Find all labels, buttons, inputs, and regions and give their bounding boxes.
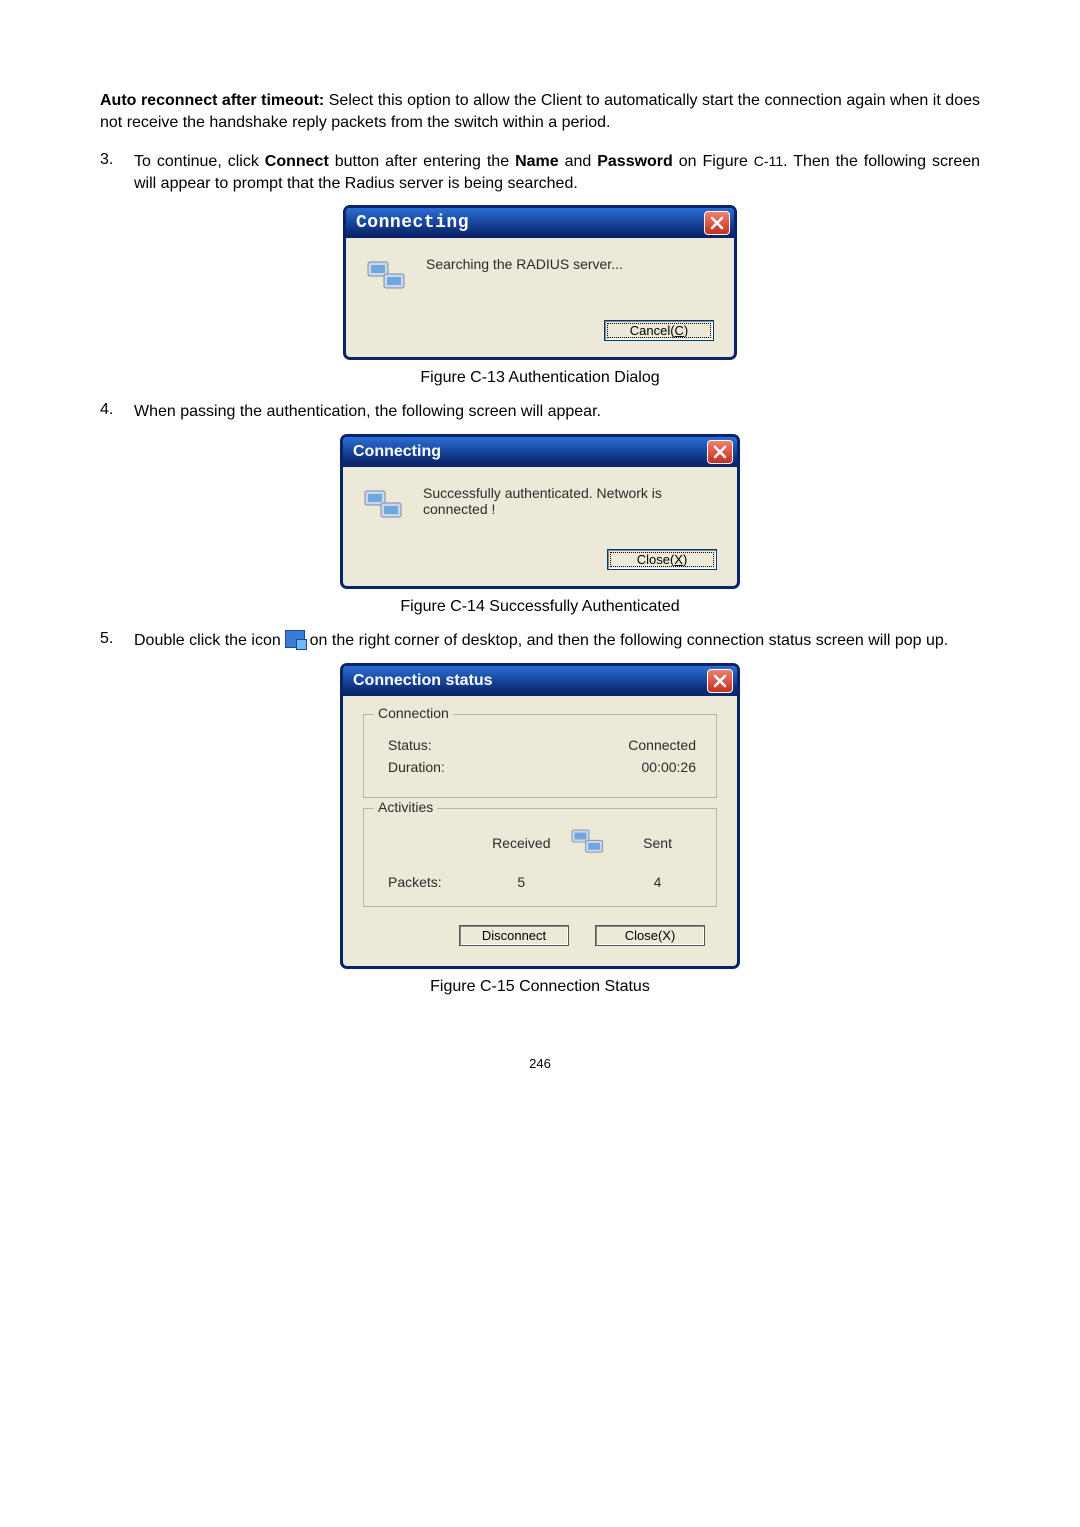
duration-label: Duration: xyxy=(378,759,445,775)
received-label: Received xyxy=(477,835,566,851)
intro-paragraph: Auto reconnect after timeout: Select thi… xyxy=(100,90,980,133)
dialog-message: Searching the RADIUS server... xyxy=(426,256,623,272)
dialog-title: Connecting xyxy=(353,443,441,461)
close-button[interactable]: Close(X) xyxy=(595,925,705,946)
step-5: 5. Double click the icon on the right co… xyxy=(100,630,980,652)
cancel-button[interactable]: Cancel(C) xyxy=(604,320,714,341)
dialog-title: Connection status xyxy=(353,672,493,690)
step-5-text: Double click the icon on the right corne… xyxy=(134,630,980,652)
figure-caption-c14: Figure C-14 Successfully Authenticated xyxy=(100,598,980,616)
network-icon xyxy=(366,256,410,296)
network-icon xyxy=(363,485,407,525)
dialog-connecting-searching: Connecting Searching the RADIUS server..… xyxy=(344,206,736,359)
dialog-message: Successfully authenticated. Network is c… xyxy=(423,485,717,517)
received-value: 5 xyxy=(477,874,566,890)
sent-value: 4 xyxy=(613,874,702,890)
disconnect-button[interactable]: Disconnect xyxy=(459,925,569,946)
packets-label: Packets: xyxy=(378,874,477,890)
step-5-number: 5. xyxy=(100,630,134,648)
step-3: 3. To continue, click Connect button aft… xyxy=(100,151,980,194)
step-4-number: 4. xyxy=(100,401,134,419)
status-value: Connected xyxy=(628,737,702,753)
step-3-text: To continue, click Connect button after … xyxy=(134,151,980,194)
tray-network-icon xyxy=(285,630,305,648)
group-activities-title: Activities xyxy=(374,799,437,815)
network-icon xyxy=(566,825,613,862)
duration-value: 00:00:26 xyxy=(642,759,703,775)
group-connection: Connection Status: Connected Duration: 0… xyxy=(363,714,717,798)
titlebar: Connecting xyxy=(346,208,734,238)
sent-label: Sent xyxy=(613,835,702,851)
step-4-text: When passing the authentication, the fol… xyxy=(134,401,980,423)
figure-caption-c13: Figure C-13 Authentication Dialog xyxy=(100,369,980,387)
close-button[interactable]: Close(X) xyxy=(607,549,717,570)
page-number: 246 xyxy=(100,1056,980,1071)
titlebar: Connecting xyxy=(343,437,737,467)
group-activities: Activities Received Sent xyxy=(363,808,717,907)
step-4: 4. When passing the authentication, the … xyxy=(100,401,980,423)
group-connection-title: Connection xyxy=(374,705,453,721)
close-icon[interactable] xyxy=(707,440,733,464)
close-icon[interactable] xyxy=(704,211,730,235)
figure-caption-c15: Figure C-15 Connection Status xyxy=(100,978,980,996)
intro-bold: Auto reconnect after timeout: xyxy=(100,92,324,109)
status-label: Status: xyxy=(378,737,432,753)
dialog-connection-status: Connection status Connection Status: Con… xyxy=(341,664,739,968)
close-icon[interactable] xyxy=(707,669,733,693)
step-3-number: 3. xyxy=(100,151,134,169)
dialog-connecting-success: Connecting Successfully authenticated. N… xyxy=(341,435,739,588)
titlebar: Connection status xyxy=(343,666,737,696)
dialog-title: Connecting xyxy=(356,213,469,233)
